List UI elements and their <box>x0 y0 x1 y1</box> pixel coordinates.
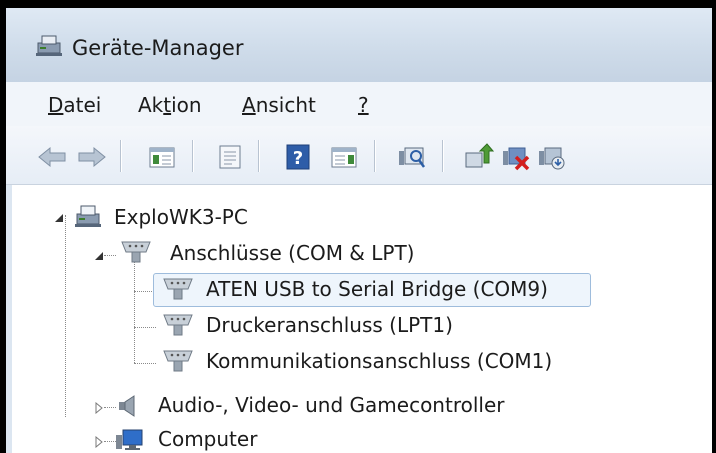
svg-text:?: ? <box>293 148 303 169</box>
device-manager-icon <box>36 35 62 56</box>
port-connector-icon <box>121 241 151 263</box>
tree-item-druckeranschluss[interactable]: Druckeranschluss (LPT1) <box>156 309 586 343</box>
update-driver-icon[interactable] <box>462 143 494 171</box>
port-connector-icon <box>163 314 193 336</box>
menu-help[interactable]: ? <box>358 93 369 117</box>
tree-item-label: Audio-, Video- und Gamecontroller <box>158 393 505 417</box>
speaker-icon <box>119 395 135 417</box>
scan-hardware-icon[interactable] <box>396 143 428 171</box>
toolbar-separator <box>374 140 376 172</box>
help-icon[interactable]: ? <box>282 143 314 171</box>
tree-item-computer[interactable]: Computer <box>86 423 386 453</box>
tree-margin <box>6 185 12 453</box>
tree-item-root[interactable]: ExploWK3-PC <box>46 201 346 235</box>
tree-item-label: ATEN USB to Serial Bridge (COM9) <box>206 277 548 301</box>
collapse-arrow-icon[interactable] <box>94 251 104 261</box>
title-bar: Geräte-Manager <box>6 8 712 82</box>
tree-item-label: Anschlüsse (COM & LPT) <box>170 241 415 265</box>
properties-icon[interactable] <box>214 143 246 171</box>
toolbar-separator <box>258 140 260 172</box>
tree-item-label: Druckeranschluss (LPT1) <box>206 313 453 337</box>
menu-aktion[interactable]: Aktion <box>138 93 202 117</box>
toolbar-separator <box>192 140 194 172</box>
uninstall-device-icon[interactable] <box>500 143 532 171</box>
disable-device-icon[interactable] <box>536 143 568 171</box>
show-hide-console-tree-icon[interactable] <box>146 143 178 171</box>
menu-datei[interactable]: Datei <box>48 93 101 117</box>
toolbar-separator <box>120 140 122 172</box>
computer-printer-icon <box>75 205 101 227</box>
toolbar: ? <box>6 126 712 185</box>
computer-monitor-icon <box>116 429 143 450</box>
tree-item-aten-usb-serial[interactable]: ATEN USB to Serial Bridge (COM9) <box>156 273 586 307</box>
device-tree: ExploWK3-PC Anschlüsse (COM & LPT) ATEN <box>6 185 712 453</box>
tree-line <box>65 215 66 417</box>
toolbar-separator <box>442 140 444 172</box>
tree-item-label: ExploWK3-PC <box>114 205 248 229</box>
device-manager-window: Geräte-Manager Datei Aktion Ansicht ? ? <box>6 8 712 453</box>
action-pane-icon[interactable] <box>328 143 360 171</box>
collapse-arrow-icon[interactable] <box>54 213 64 223</box>
window-title: Geräte-Manager <box>72 36 244 60</box>
tree-item-ports[interactable]: Anschlüsse (COM & LPT) <box>86 237 486 271</box>
expand-arrow-icon[interactable] <box>94 436 104 448</box>
back-arrow-icon[interactable] <box>36 143 68 171</box>
menu-ansicht[interactable]: Ansicht <box>242 93 316 117</box>
tree-item-label: Computer <box>158 427 258 451</box>
expand-arrow-icon[interactable] <box>94 402 104 414</box>
tree-item-kommunikationsanschluss[interactable]: Kommunikationsanschluss (COM1) <box>156 345 606 379</box>
forward-arrow-icon[interactable] <box>76 143 108 171</box>
tree-line <box>134 327 156 328</box>
port-connector-icon <box>163 278 193 300</box>
port-connector-icon <box>163 350 193 372</box>
tree-item-audio[interactable]: Audio-, Video- und Gamecontroller <box>86 389 566 423</box>
tree-item-label: Kommunikationsanschluss (COM1) <box>206 349 553 373</box>
tree-line <box>134 363 156 364</box>
menu-bar: Datei Aktion Ansicht ? <box>6 82 712 126</box>
